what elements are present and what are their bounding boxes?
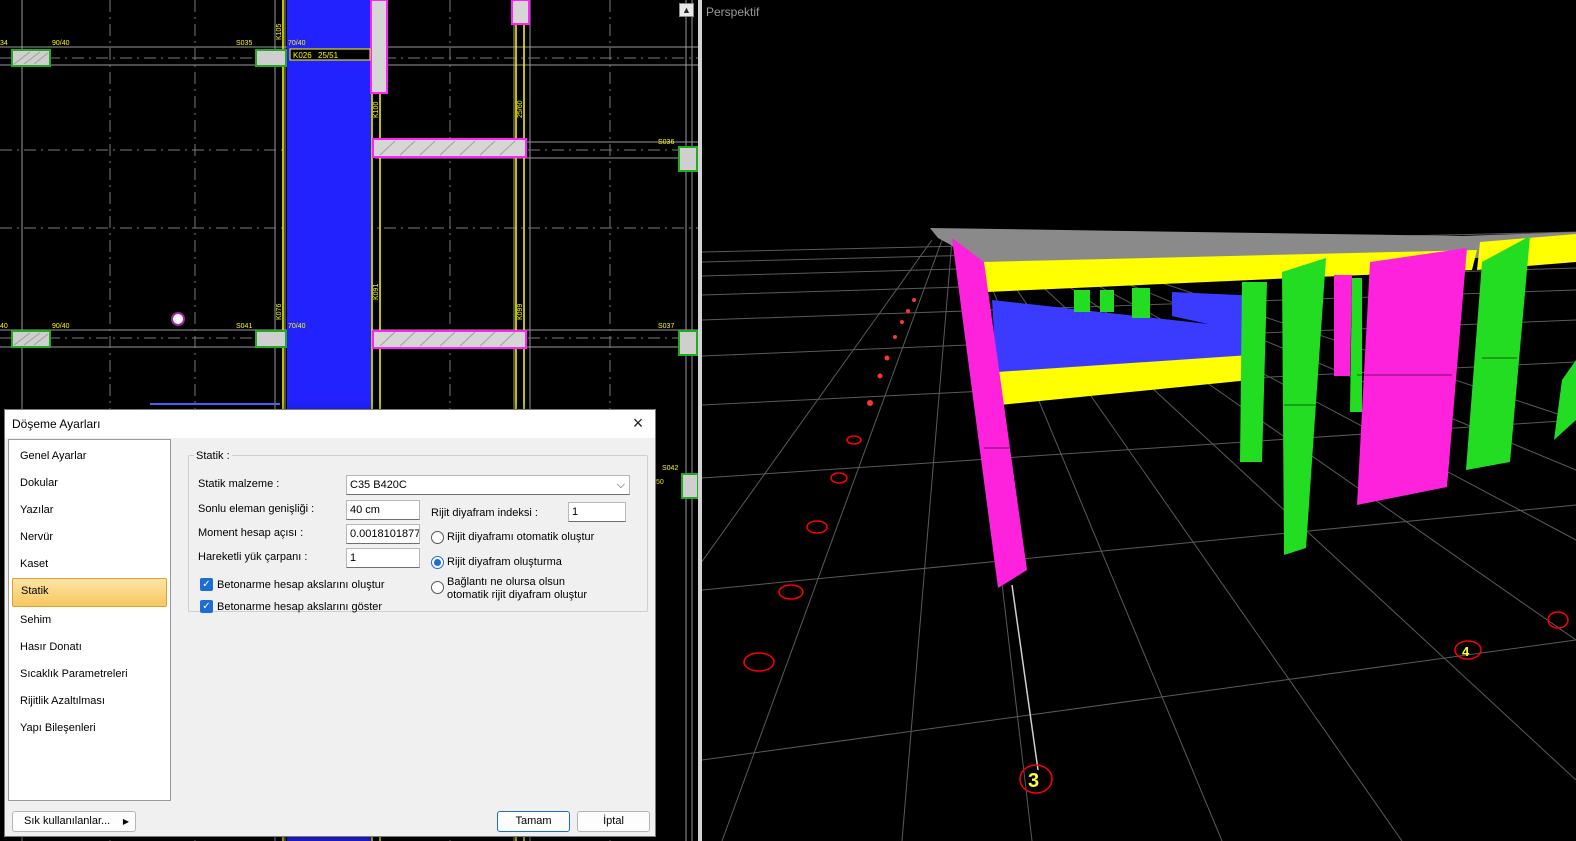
nav-item-deflection[interactable]: Sehim: [12, 607, 167, 634]
plan-label: 50: [656, 479, 664, 486]
plan-label: K100: [373, 102, 380, 118]
plan-label: S035: [236, 40, 252, 47]
maximize-viewport-button[interactable]: ▲: [679, 3, 694, 17]
live-load-input[interactable]: 1: [346, 548, 420, 568]
plan-label: 25/60: [517, 100, 524, 118]
plan-label: K099: [517, 304, 524, 320]
perspective-title: Perspektif: [706, 5, 760, 19]
nav-item-structure-components[interactable]: Yapı Bileşenleri: [12, 715, 167, 742]
plan-label: 34: [0, 40, 8, 47]
plan-label: S037: [658, 323, 674, 330]
nav-item-static[interactable]: Statik: [12, 578, 167, 607]
nav-item-stiffness-reduction[interactable]: Rijitlik Azaltılması: [12, 688, 167, 715]
element-width-label: Sonlu eleman genişliği :: [198, 503, 315, 515]
nav-item-waffle[interactable]: Kaset: [12, 551, 167, 578]
close-icon[interactable]: ×: [627, 413, 649, 435]
plan-label: S042: [662, 465, 678, 472]
plan-label: 90/40: [52, 40, 70, 47]
moment-angle-input[interactable]: 0.0018101877: [346, 524, 420, 544]
plan-label: 40: [0, 323, 8, 330]
radio-force-diaphragm[interactable]: [431, 581, 444, 594]
plan-label: K076: [276, 304, 283, 320]
plan-label: 25/51: [318, 51, 339, 60]
static-group-title: Statik :: [194, 450, 232, 462]
radio-auto-diaphragm-label: Rijit diyaframı otomatik oluştur: [447, 531, 595, 543]
moment-angle-label: Moment hesap açısı :: [198, 527, 304, 539]
chevron-down-icon: ⌵: [616, 479, 625, 491]
perspective-viewport[interactable]: 3 4 Perspektif: [702, 0, 1576, 841]
material-label: Statik malzeme :: [198, 478, 280, 490]
check2-checkbox[interactable]: ✓: [200, 600, 213, 613]
plan-label: K105: [276, 24, 283, 40]
diaphragm-index-label: Rijit diyafram indeksi :: [431, 507, 538, 519]
favorites-button[interactable]: Sık kullanılanlar... ▶: [12, 811, 136, 832]
favorites-button-label: Sık kullanılanlar...: [24, 815, 111, 827]
check1-checkbox[interactable]: ✓: [200, 578, 213, 591]
material-select[interactable]: C35 B420C ⌵: [346, 475, 630, 495]
radio-no-diaphragm[interactable]: [431, 556, 444, 569]
ok-button[interactable]: Tamam: [497, 811, 570, 832]
nav-item-mesh-reinforcement[interactable]: Hasır Donatı: [12, 634, 167, 661]
nav-item-rib[interactable]: Nervür: [12, 524, 167, 551]
plan-label: K026: [293, 51, 312, 60]
dialog-titlebar[interactable]: Döşeme Ayarları ×: [5, 410, 655, 438]
radio-force-diaphragm-label-1: Bağlantı ne olursa olsun: [447, 576, 566, 588]
live-load-label: Hareketli yük çarpanı :: [198, 551, 308, 563]
element-width-input[interactable]: 40 cm: [346, 500, 420, 520]
plan-label: 90/40: [52, 323, 70, 330]
plan-label: K091: [373, 284, 380, 300]
check1-label: Betonarme hesap akslarını oluştur: [217, 579, 385, 591]
axis-label-3: 3: [1028, 770, 1039, 792]
radio-force-diaphragm-label-2: otomatik rijit diyafram oluştur: [447, 589, 587, 601]
nav-item-textures[interactable]: Dokular: [12, 470, 167, 497]
axis-label-4: 4: [1462, 644, 1470, 659]
nav-item-temperature[interactable]: Sıcaklık Parametreleri: [12, 661, 167, 688]
nav-item-general[interactable]: Genel Ayarlar: [12, 443, 167, 470]
plan-label: 70/40: [288, 323, 306, 330]
material-value: C35 B420C: [350, 479, 407, 491]
slab-settings-dialog: Döşeme Ayarları × Genel Ayarlar Dokular …: [4, 409, 656, 837]
check2-label: Betonarme hesap akslarını göster: [217, 601, 383, 613]
dialog-title: Döşeme Ayarları: [12, 417, 101, 431]
cancel-button[interactable]: İptal: [577, 811, 650, 832]
radio-auto-diaphragm[interactable]: [431, 531, 444, 544]
chevron-right-icon: ▶: [122, 817, 129, 826]
diaphragm-index-input[interactable]: 1: [568, 502, 626, 522]
perspective-drawing: 3 4: [702, 228, 1576, 841]
plan-label: S036: [658, 139, 674, 146]
radio-no-diaphragm-label: Rijit diyafram oluşturma: [447, 556, 562, 568]
nav-item-texts[interactable]: Yazılar: [12, 497, 167, 524]
plan-label: S041: [236, 323, 252, 330]
plan-label: 70/40: [288, 40, 306, 47]
static-settings-panel: Statik : Statik malzeme : C35 B420C ⌵ So…: [176, 439, 653, 801]
settings-category-list: Genel Ayarlar Dokular Yazılar Nervür Kas…: [8, 439, 171, 801]
